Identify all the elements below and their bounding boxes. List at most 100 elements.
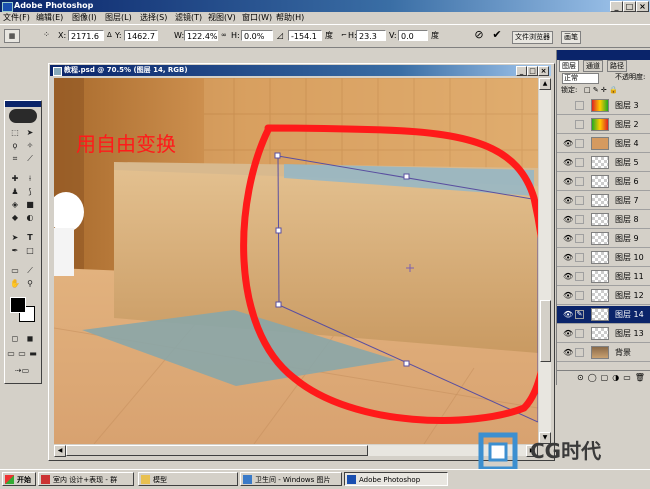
doc-minimize-button[interactable]: _ [516, 66, 527, 76]
standard-mode-icon[interactable]: ◻ [8, 333, 22, 344]
layers-panel-header[interactable] [557, 50, 650, 60]
layer-visibility-off[interactable] [563, 101, 572, 110]
tab-layers[interactable]: 图层 [559, 60, 579, 72]
eye-icon[interactable]: 👁 [563, 177, 573, 186]
commit-transform-icon[interactable]: ✔ [490, 28, 504, 42]
tab-channels[interactable]: 通道 [583, 60, 603, 72]
eyedropper-icon[interactable]: ⟋ [23, 265, 37, 276]
lasso-icon[interactable]: ϙ [8, 140, 22, 151]
screen-mode-3-icon[interactable]: ▬ [28, 348, 38, 359]
close-button[interactable]: × [636, 1, 649, 12]
shape-icon[interactable]: □ [23, 245, 37, 256]
eye-icon[interactable]: 👁 [563, 158, 573, 167]
blend-mode-select[interactable]: 正常 [562, 73, 599, 84]
layer-link-box[interactable] [575, 291, 584, 300]
eye-icon[interactable]: 👁 [563, 310, 573, 319]
layer-link-box[interactable] [575, 348, 584, 357]
horizontal-scrollbar[interactable]: ◀ ▶ [54, 445, 538, 457]
layer-row[interactable]: 👁 图层 12 [557, 287, 650, 305]
eye-icon[interactable]: 👁 [563, 196, 573, 205]
layer-row[interactable]: 👁 图层 10 [557, 249, 650, 267]
brushes-tab[interactable]: 画笔 [561, 31, 581, 44]
brush-link-icon[interactable]: ✎ [575, 310, 584, 319]
tool-preset-icon[interactable]: ▦ [4, 29, 20, 43]
x-field[interactable]: 2171.6 [68, 30, 104, 41]
gradient-icon[interactable]: ■ [23, 199, 37, 210]
h-skew-field[interactable]: 23.3 [356, 30, 386, 41]
layers-panel-footer-icons[interactable]: ⊙◯▢◑▭🗑 [557, 370, 650, 384]
layer-row-selected[interactable]: 👁 ✎ 图层 14 [557, 306, 650, 324]
layer-row[interactable]: 👁 背景 [557, 344, 650, 362]
link-icon[interactable]: ∞ [221, 30, 227, 41]
layer-link-box[interactable] [575, 139, 584, 148]
eye-icon[interactable]: 👁 [563, 348, 573, 357]
layer-visibility-off[interactable] [563, 120, 572, 129]
layer-link-box[interactable] [575, 215, 584, 224]
minimize-button[interactable]: _ [610, 1, 623, 12]
h-field[interactable]: 0.0% [241, 30, 273, 41]
foreground-color-swatch-top[interactable] [10, 297, 26, 313]
taskbar-item[interactable]: 卫生间 - Windows 图片 [240, 472, 342, 486]
menu-window[interactable]: 窗口(W) [242, 12, 272, 24]
zoom-icon[interactable]: ⚲ [23, 278, 37, 289]
notes-icon[interactable]: ▭ [8, 265, 22, 276]
dodge-icon[interactable]: ◐ [23, 212, 37, 223]
layer-row[interactable]: 图层 2 [557, 116, 650, 134]
healing-brush-icon[interactable]: ✚ [8, 173, 22, 184]
layer-link-box[interactable] [575, 158, 584, 167]
layer-link-box[interactable] [575, 120, 584, 129]
screen-mode-2-icon[interactable]: ▭ [17, 348, 27, 359]
brush-icon[interactable]: ⟊ [23, 173, 37, 184]
layer-link-box[interactable] [575, 329, 584, 338]
vertical-scrollbar[interactable]: ▲ ▼ [539, 78, 551, 444]
rotate-field[interactable]: -154.1 [288, 30, 322, 41]
layer-row[interactable]: 👁 图层 8 [557, 211, 650, 229]
eye-icon[interactable]: 👁 [563, 234, 573, 243]
screen-mode-1-icon[interactable]: ▭ [6, 348, 16, 359]
blur-icon[interactable]: ◆ [8, 212, 22, 223]
move-icon[interactable]: ➤ [23, 127, 37, 138]
scroll-left-icon[interactable]: ◀ [54, 445, 66, 457]
layer-row[interactable]: 👁 图层 9 [557, 230, 650, 248]
taskbar-item-active[interactable]: Adobe Photoshop [344, 472, 448, 486]
layer-row[interactable]: 👁 图层 13 [557, 325, 650, 343]
eye-icon[interactable]: 👁 [563, 139, 573, 148]
quick-mask-icon[interactable]: ◼ [23, 333, 37, 344]
eye-icon[interactable]: 👁 [563, 272, 573, 281]
menu-select[interactable]: 选择(S) [140, 12, 167, 24]
eye-icon[interactable]: 👁 [563, 253, 573, 262]
taskbar-item[interactable]: 室内 设计+表现 - 群 [38, 472, 134, 486]
jump-to-imageready-icon[interactable]: ⇢▭ [8, 365, 36, 376]
layer-row[interactable]: 图层 3 [557, 97, 650, 115]
menu-image[interactable]: 图像(I) [72, 12, 97, 24]
hand-icon[interactable]: ✋ [8, 278, 22, 289]
horizontal-scroll-thumb[interactable] [66, 445, 368, 456]
type-icon[interactable]: T [23, 232, 37, 243]
vertical-scroll-thumb[interactable] [540, 300, 551, 362]
document-title-bar[interactable]: 教程.psd @ 70.5% (图层 14, RGB) _ □ × [50, 65, 551, 76]
layer-link-box[interactable] [575, 234, 584, 243]
menu-file[interactable]: 文件(F) [3, 12, 30, 24]
layer-row[interactable]: 👁 图层 6 [557, 173, 650, 191]
menu-help[interactable]: 帮助(H) [276, 12, 304, 24]
eye-icon[interactable]: 👁 [563, 291, 573, 300]
layer-row[interactable]: 👁 图层 7 [557, 192, 650, 210]
file-browser-tab[interactable]: 文件浏览器 [512, 31, 553, 44]
tab-paths[interactable]: 路径 [607, 60, 627, 72]
layer-row[interactable]: 👁 图层 11 [557, 268, 650, 286]
clone-stamp-icon[interactable]: ♟ [8, 186, 22, 197]
reference-point-icon[interactable]: ⁘ [40, 29, 53, 41]
marquee-icon[interactable]: ⬚ [8, 127, 22, 138]
taskbar-item[interactable]: 模型 [138, 472, 238, 486]
layer-link-box[interactable] [575, 272, 584, 281]
menu-layer[interactable]: 图层(L) [105, 12, 132, 24]
eye-icon[interactable]: 👁 [563, 329, 573, 338]
menu-filter[interactable]: 滤镜(T) [175, 12, 202, 24]
scroll-up-icon[interactable]: ▲ [539, 78, 551, 90]
image-canvas[interactable]: 用自由变换 [54, 78, 538, 444]
layer-link-box[interactable] [575, 101, 584, 110]
toolbox-header[interactable] [5, 101, 41, 107]
history-brush-icon[interactable]: ⟆ [23, 186, 37, 197]
cancel-transform-icon[interactable]: ⊘ [472, 28, 486, 42]
layer-link-box[interactable] [575, 253, 584, 262]
